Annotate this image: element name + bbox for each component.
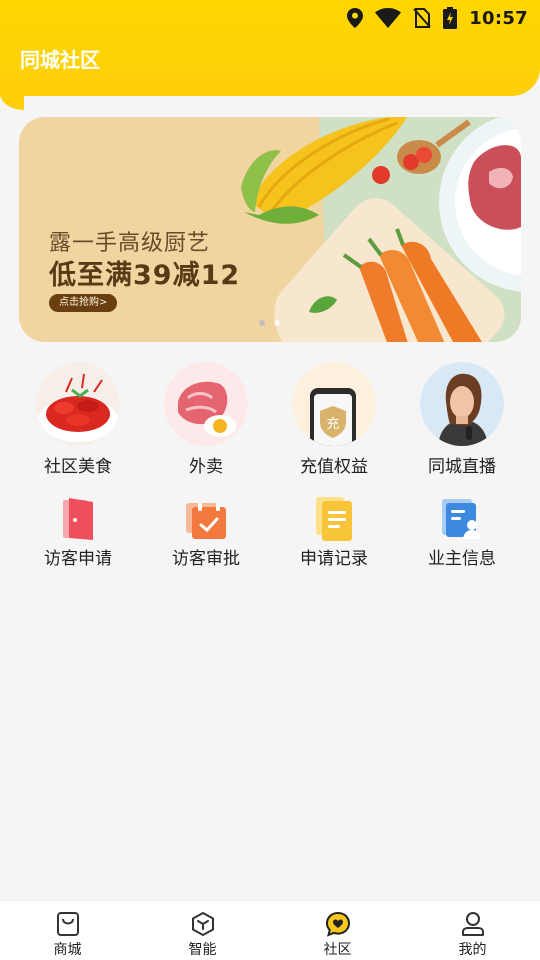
calendar-check-icon	[183, 496, 229, 542]
tab-smart[interactable]: 智能	[135, 901, 270, 960]
tool-visitor-apply[interactable]: 访客申请	[14, 496, 142, 569]
recharge-badge: 充	[326, 416, 339, 432]
service-grid: 社区美食 外卖 充 充值权益 同城直播	[14, 362, 526, 490]
user-icon	[461, 912, 484, 936]
banner-pagination	[259, 320, 280, 326]
tool-label: 访客申请	[44, 549, 112, 569]
door-icon	[55, 496, 101, 542]
service-community-food[interactable]: 社区美食	[14, 362, 142, 490]
tab-mine[interactable]: 我的	[405, 901, 540, 960]
service-label: 社区美食	[44, 457, 112, 477]
live-streamer-avatar	[420, 362, 504, 446]
tool-label: 申请记录	[300, 549, 368, 569]
status-time: 10:57	[469, 7, 528, 29]
page-title: 同城社区	[20, 48, 100, 72]
tab-community[interactable]: 社区	[270, 901, 405, 960]
crayfish-dish-image	[36, 362, 120, 446]
location-icon	[347, 8, 364, 28]
service-label: 同城直播	[428, 457, 496, 477]
tab-label: 智能	[188, 942, 217, 958]
tab-mall[interactable]: 商城	[0, 901, 135, 960]
service-recharge[interactable]: 充 充值权益	[270, 362, 398, 490]
banner-cta-button[interactable]: 点击抢购>	[49, 294, 118, 312]
banner-offer: 低至满39减12	[49, 260, 241, 291]
pagination-dot	[274, 320, 280, 326]
community-screen: 10:57 同城社区 露一手高级厨艺 低至满39减12 点击抢购> 社区美食 外…	[0, 0, 540, 960]
document-list-icon	[311, 496, 357, 542]
tab-label: 社区	[323, 942, 352, 958]
service-takeout[interactable]: 外卖	[142, 362, 270, 490]
owner-profile-icon	[439, 496, 485, 542]
tool-visitor-approve[interactable]: 访客审批	[142, 496, 270, 569]
heart-chat-icon	[325, 911, 350, 937]
promo-banner[interactable]: 露一手高级厨艺 低至满39减12 点击抢购>	[19, 117, 521, 342]
service-live-stream[interactable]: 同城直播	[398, 362, 526, 490]
tab-label: 我的	[458, 942, 487, 958]
tool-label: 访客审批	[172, 549, 240, 569]
shopping-bag-icon	[56, 912, 79, 936]
tool-owner-info[interactable]: 业主信息	[398, 496, 526, 569]
header-bar: 10:57 同城社区	[0, 0, 540, 110]
battery-charging-icon	[443, 7, 458, 29]
no-sim-icon	[413, 8, 431, 28]
recharge-phone-image: 充	[292, 362, 376, 446]
wifi-icon	[375, 8, 402, 28]
status-bar: 10:57	[347, 4, 528, 32]
service-label: 外卖	[189, 457, 223, 477]
bottom-nav: 商城 智能 社区 我的	[0, 900, 540, 960]
tool-grid: 访客申请 访客审批 申请记录 业主信息	[14, 496, 526, 569]
cube-icon	[191, 912, 214, 936]
tool-application-records[interactable]: 申请记录	[270, 496, 398, 569]
meat-and-egg-image	[164, 362, 248, 446]
tool-label: 业主信息	[428, 549, 496, 569]
pagination-dot	[259, 320, 265, 326]
service-label: 充值权益	[300, 457, 368, 477]
tab-label: 商城	[53, 942, 82, 958]
